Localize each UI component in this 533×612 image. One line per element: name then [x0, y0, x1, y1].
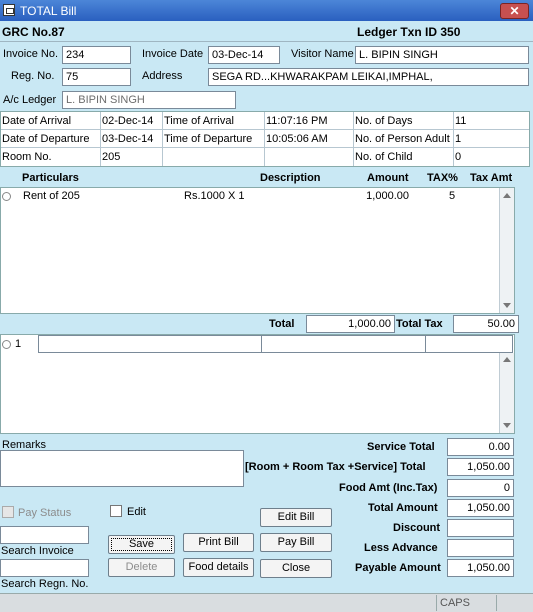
less-advance-label: Less Advance — [364, 542, 438, 554]
particulars-scrollbar[interactable] — [499, 188, 514, 313]
delete-button[interactable]: Delete — [108, 558, 175, 577]
food-details-button[interactable]: Food details — [183, 558, 254, 577]
room-total-field: 1,050.00 — [447, 458, 514, 476]
date-departure-label: Date of Departure — [2, 133, 90, 145]
col-header-tax-amt: Tax Amt — [470, 172, 513, 184]
search-invoice-label: Search Invoice — [1, 545, 74, 557]
pay-bill-button[interactable]: Pay Bill — [260, 533, 332, 552]
col-header-description: Description — [260, 172, 321, 184]
date-arrival-label: Date of Arrival — [2, 115, 72, 127]
date-arrival-value: 02-Dec-14 — [102, 115, 154, 127]
scroll-up-icon[interactable] — [503, 193, 511, 198]
invoice-date-label: Invoice Date — [142, 48, 204, 60]
total-amount-field: 1,050.00 — [447, 499, 514, 517]
total-tax-label: Total Tax — [396, 318, 443, 330]
entry-scrollbar[interactable] — [499, 353, 514, 433]
address-field[interactable]: SEGA RD...KHWARAKPAM LEIKAI,IMPHAL, — [208, 68, 529, 86]
entry-select-radio[interactable] — [2, 340, 11, 349]
search-invoice-input[interactable] — [0, 526, 89, 544]
time-arrival-value: 11:07:16 PM — [266, 115, 328, 127]
edit-label: Edit — [127, 506, 146, 518]
entry-cell-tax[interactable] — [425, 335, 513, 353]
status-panel — [496, 595, 533, 611]
children-label: No. of Child — [355, 151, 413, 163]
window-title: TOTAL Bill — [20, 4, 77, 18]
visitor-name-field[interactable]: L. BIPIN SINGH — [355, 46, 529, 64]
pay-status-label: Pay Status — [18, 507, 72, 519]
invoice-no-field[interactable]: 234 — [62, 46, 131, 64]
total-tax-field: 50.00 — [453, 315, 519, 333]
payable-label: Payable Amount — [355, 562, 441, 574]
row-tax-pct: 5 — [449, 190, 456, 202]
entry-cell-particulars[interactable] — [38, 335, 262, 353]
caps-indicator: CAPS — [436, 595, 496, 611]
scroll-down-icon[interactable] — [503, 303, 511, 308]
adults-label: No. of Person Adult — [355, 133, 450, 145]
row-amount: 1,000.00 — [366, 190, 409, 202]
room-value: 205 — [102, 151, 121, 163]
grc-number: GRC No.87 — [2, 25, 65, 39]
stay-info-grid: Date of Arrival 02-Dec-14 Time of Arriva… — [0, 111, 530, 167]
service-total-field: 0.00 — [447, 438, 514, 456]
discount-label: Discount — [393, 522, 441, 534]
address-label: Address — [142, 70, 183, 82]
close-window-button[interactable]: ✕ — [500, 3, 529, 19]
row-particulars: Rent of 205 — [23, 190, 80, 202]
close-button[interactable]: Close — [260, 559, 332, 578]
ac-ledger-field[interactable]: L. BIPIN SINGH — [62, 91, 236, 109]
print-bill-button[interactable]: Print Bill — [183, 533, 254, 552]
edit-bill-button[interactable]: Edit Bill — [260, 508, 332, 527]
total-field: 1,000.00 — [306, 315, 395, 333]
time-arrival-label: Time of Arrival — [164, 115, 234, 127]
status-bar: CAPS — [0, 593, 533, 612]
date-departure-value: 03-Dec-14 — [102, 133, 154, 145]
time-departure-label: Time of Departure — [164, 133, 253, 145]
col-header-particulars: Particulars — [22, 172, 79, 184]
entry-cell-amount[interactable] — [261, 335, 426, 353]
adults-value: 1 — [455, 133, 462, 145]
row-select-radio[interactable] — [2, 192, 11, 201]
children-value: 0 — [455, 151, 462, 163]
app-icon — [3, 4, 15, 16]
discount-field[interactable] — [447, 519, 514, 537]
invoice-date-field[interactable]: 03-Dec-14 — [208, 46, 280, 64]
days-label: No. of Days — [355, 115, 413, 127]
pay-status-checkbox[interactable] — [2, 506, 14, 518]
save-button[interactable]: Save — [108, 535, 175, 554]
food-amt-field: 0 — [447, 479, 514, 497]
search-regn-input[interactable] — [0, 559, 89, 577]
title-bar: TOTAL Bill ✕ — [0, 0, 533, 21]
search-regn-label: Search Regn. No. — [1, 578, 89, 590]
room-total-label: [Room + Room Tax +Service] Total — [245, 461, 426, 473]
visitor-name-label: Visitor Name — [291, 48, 354, 60]
scroll-down-icon[interactable] — [503, 423, 511, 428]
service-total-label: Service Total — [367, 441, 435, 453]
entry-row-number: 1 — [15, 338, 22, 350]
total-amount-label: Total Amount — [368, 502, 438, 514]
scroll-up-icon[interactable] — [503, 357, 511, 362]
days-value: 11 — [455, 115, 467, 127]
less-advance-field[interactable] — [447, 539, 514, 557]
divider — [0, 41, 533, 42]
invoice-no-label: Invoice No. — [3, 48, 59, 60]
room-label: Room No. — [2, 151, 52, 163]
total-label: Total — [269, 318, 295, 330]
particulars-list[interactable]: Rent of 205 Rs.1000 X 1 1,000.00 5 50 — [0, 187, 515, 314]
payable-field: 1,050.00 — [447, 559, 514, 577]
col-header-amount: Amount — [367, 172, 409, 184]
col-header-tax-pct: TAX% — [427, 172, 458, 184]
entry-list[interactable]: 1 — [0, 334, 515, 434]
remarks-textarea[interactable] — [0, 450, 244, 487]
table-row[interactable]: Rent of 205 Rs.1000 X 1 1,000.00 5 50 — [1, 188, 511, 206]
food-amt-label: Food Amt (Inc.Tax) — [339, 482, 438, 494]
ac-ledger-label: A/c Ledger — [3, 94, 57, 106]
edit-checkbox[interactable] — [110, 505, 122, 517]
reg-no-field[interactable]: 75 — [62, 68, 131, 86]
ledger-txn-id: Ledger Txn ID 350 — [357, 25, 461, 39]
time-departure-value: 10:05:06 AM — [266, 133, 328, 145]
row-description: Rs.1000 X 1 — [184, 190, 245, 202]
reg-no-label: Reg. No. — [11, 70, 55, 82]
